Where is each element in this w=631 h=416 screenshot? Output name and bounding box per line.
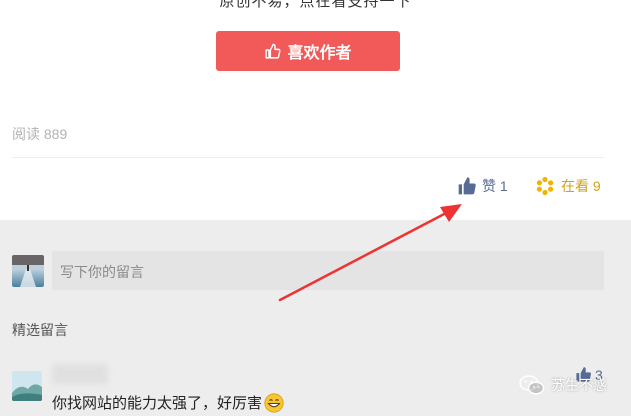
wechat-icon <box>519 375 545 395</box>
zaikan-button[interactable]: 在看 9 <box>535 176 601 196</box>
like-count: 赞 1 <box>482 178 508 194</box>
like-author-button[interactable]: 喜欢作者 <box>216 31 400 71</box>
read-count: 阅读 889 <box>12 126 68 142</box>
grinning-face-emoji-icon <box>264 392 284 413</box>
selected-comments-title: 精选留言 <box>12 322 68 338</box>
comment-text: 你找网站的能力太强了，好厉害 <box>52 392 284 413</box>
zaikan-flower-icon <box>536 176 554 196</box>
my-avatar <box>12 255 44 287</box>
comment-input-placeholder: 写下你的留言 <box>60 264 144 280</box>
like-button[interactable]: 赞 1 <box>457 176 508 196</box>
article-footer: 原创不易，点在看支持一下 喜欢作者 阅读 889 赞 1 在看 9 <box>0 0 631 220</box>
zaikan-count: 在看 9 <box>561 178 601 194</box>
comment-input[interactable]: 写下你的留言 <box>52 251 604 290</box>
comment-text-content: 你找网站的能力太强了，好厉害 <box>52 395 263 412</box>
watermark-label: 苏生不惑 <box>551 377 607 393</box>
like-author-label: 喜欢作者 <box>287 45 352 62</box>
divider <box>12 157 604 158</box>
wechat-watermark: 苏生不惑 <box>519 375 607 395</box>
thumbs-up-outline-icon <box>265 43 282 59</box>
commenter-name-blurred[interactable] <box>52 364 108 384</box>
commenter-avatar <box>12 371 42 401</box>
article-closing-text: 原创不易，点在看支持一下 <box>219 0 412 10</box>
thumbs-up-icon <box>458 177 476 195</box>
